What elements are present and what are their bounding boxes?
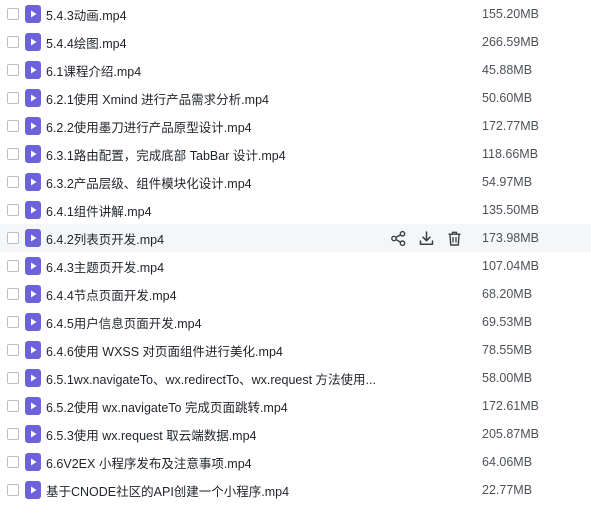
file-row[interactable]: 6.6V2EX 小程序发布及注意事项.mp4 64.06MB [0,448,591,476]
file-row[interactable]: 6.2.2使用墨刀进行产品原型设计.mp4 172.77MB [0,112,591,140]
file-name[interactable]: 5.4.4绘图.mp4 [46,33,382,52]
row-checkbox[interactable] [7,8,19,20]
file-row[interactable]: 5.4.4绘图.mp4 266.59MB [0,28,591,56]
row-checkbox[interactable] [7,456,19,468]
file-row[interactable]: 5.4.3动画.mp4 155.20MB [0,0,591,28]
file-name[interactable]: 6.4.2列表页开发.mp4 [46,229,382,248]
file-name[interactable]: 6.5.3使用 wx.request 取云端数据.mp4 [46,425,382,444]
delete-icon[interactable] [446,230,463,247]
video-file-icon [25,285,41,303]
file-list: 5.4.3动画.mp4 155.20MB 5.4.4绘图.mp4 266.59M… [0,0,591,504]
file-size: 50.60MB [482,91,533,105]
file-name[interactable]: 6.4.3主题页开发.mp4 [46,257,382,276]
video-file-icon [25,453,41,471]
file-size: 172.77MB [482,119,539,133]
file-row[interactable]: 基于CNODE社区的API创建一个小程序.mp4 22.77MB [0,476,591,504]
row-checkbox[interactable] [7,316,19,328]
file-name[interactable]: 6.2.1使用 Xmind 进行产品需求分析.mp4 [46,89,382,108]
row-checkbox[interactable] [7,372,19,384]
video-file-icon [25,89,41,107]
video-file-icon [25,201,41,219]
video-file-icon [25,173,41,191]
file-size: 22.77MB [482,483,533,497]
file-row[interactable]: 6.3.2产品层级、组件模块化设计.mp4 54.97MB [0,168,591,196]
row-checkbox[interactable] [7,148,19,160]
file-row[interactable]: 6.4.4节点页面开发.mp4 68.20MB [0,280,591,308]
row-checkbox[interactable] [7,428,19,440]
file-size: 78.55MB [482,343,533,357]
file-size: 155.20MB [482,7,539,21]
row-checkbox[interactable] [7,204,19,216]
file-row-hovered[interactable]: 6.4.2列表页开发.mp4 173.98MB [0,224,591,252]
row-checkbox[interactable] [7,344,19,356]
row-checkbox[interactable] [7,92,19,104]
row-checkbox[interactable] [7,288,19,300]
file-size: 107.04MB [482,259,539,273]
video-file-icon [25,257,41,275]
file-size: 64.06MB [482,455,533,469]
file-name[interactable]: 6.3.2产品层级、组件模块化设计.mp4 [46,173,382,192]
video-file-icon [25,145,41,163]
file-size: 58.00MB [482,371,533,385]
row-actions [390,224,463,252]
video-file-icon [25,117,41,135]
file-size: 54.97MB [482,175,533,189]
file-row[interactable]: 6.4.5用户信息页面开发.mp4 69.53MB [0,308,591,336]
file-row[interactable]: 6.4.3主题页开发.mp4 107.04MB [0,252,591,280]
row-checkbox[interactable] [7,64,19,76]
file-name[interactable]: 6.1课程介绍.mp4 [46,61,382,80]
video-file-icon [25,425,41,443]
file-name[interactable]: 基于CNODE社区的API创建一个小程序.mp4 [46,481,382,500]
file-name[interactable]: 6.4.6使用 WXSS 对页面组件进行美化.mp4 [46,341,382,360]
video-file-icon [25,397,41,415]
file-name[interactable]: 6.5.1wx.navigateTo、wx.redirectTo、wx.requ… [46,369,382,388]
video-file-icon [25,61,41,79]
file-row[interactable]: 6.2.1使用 Xmind 进行产品需求分析.mp4 50.60MB [0,84,591,112]
row-checkbox[interactable] [7,484,19,496]
file-size: 172.61MB [482,399,539,413]
video-file-icon [25,341,41,359]
row-checkbox[interactable] [7,120,19,132]
row-checkbox[interactable] [7,176,19,188]
row-checkbox[interactable] [7,260,19,272]
row-checkbox[interactable] [7,36,19,48]
file-name[interactable]: 6.5.2使用 wx.navigateTo 完成页面跳转.mp4 [46,397,382,416]
file-name[interactable]: 6.6V2EX 小程序发布及注意事项.mp4 [46,453,382,472]
file-size: 68.20MB [482,287,533,301]
row-checkbox[interactable] [7,400,19,412]
file-name[interactable]: 5.4.3动画.mp4 [46,5,382,24]
video-file-icon [25,33,41,51]
file-row[interactable]: 6.4.1组件讲解.mp4 135.50MB [0,196,591,224]
file-size: 266.59MB [482,35,539,49]
file-row[interactable]: 6.5.2使用 wx.navigateTo 完成页面跳转.mp4 172.61M… [0,392,591,420]
file-row[interactable]: 6.3.1路由配置，完成底部 TabBar 设计.mp4 118.66MB [0,140,591,168]
video-file-icon [25,229,41,247]
file-size: 205.87MB [482,427,539,441]
download-icon[interactable] [418,230,435,247]
file-row[interactable]: 6.5.1wx.navigateTo、wx.redirectTo、wx.requ… [0,364,591,392]
file-name[interactable]: 6.4.5用户信息页面开发.mp4 [46,313,382,332]
file-size: 135.50MB [482,203,539,217]
file-name[interactable]: 6.3.1路由配置，完成底部 TabBar 设计.mp4 [46,145,382,164]
file-size: 69.53MB [482,315,533,329]
file-size: 118.66MB [482,147,539,161]
video-file-icon [25,313,41,331]
share-icon[interactable] [390,230,407,247]
file-size: 173.98MB [482,231,539,245]
video-file-icon [25,481,41,499]
file-row[interactable]: 6.1课程介绍.mp4 45.88MB [0,56,591,84]
row-checkbox[interactable] [7,232,19,244]
video-file-icon [25,369,41,387]
file-size: 45.88MB [482,63,533,77]
file-name[interactable]: 6.4.4节点页面开发.mp4 [46,285,382,304]
file-row[interactable]: 6.5.3使用 wx.request 取云端数据.mp4 205.87MB [0,420,591,448]
file-name[interactable]: 6.2.2使用墨刀进行产品原型设计.mp4 [46,117,382,136]
file-row[interactable]: 6.4.6使用 WXSS 对页面组件进行美化.mp4 78.55MB [0,336,591,364]
video-file-icon [25,5,41,23]
file-name[interactable]: 6.4.1组件讲解.mp4 [46,201,382,220]
